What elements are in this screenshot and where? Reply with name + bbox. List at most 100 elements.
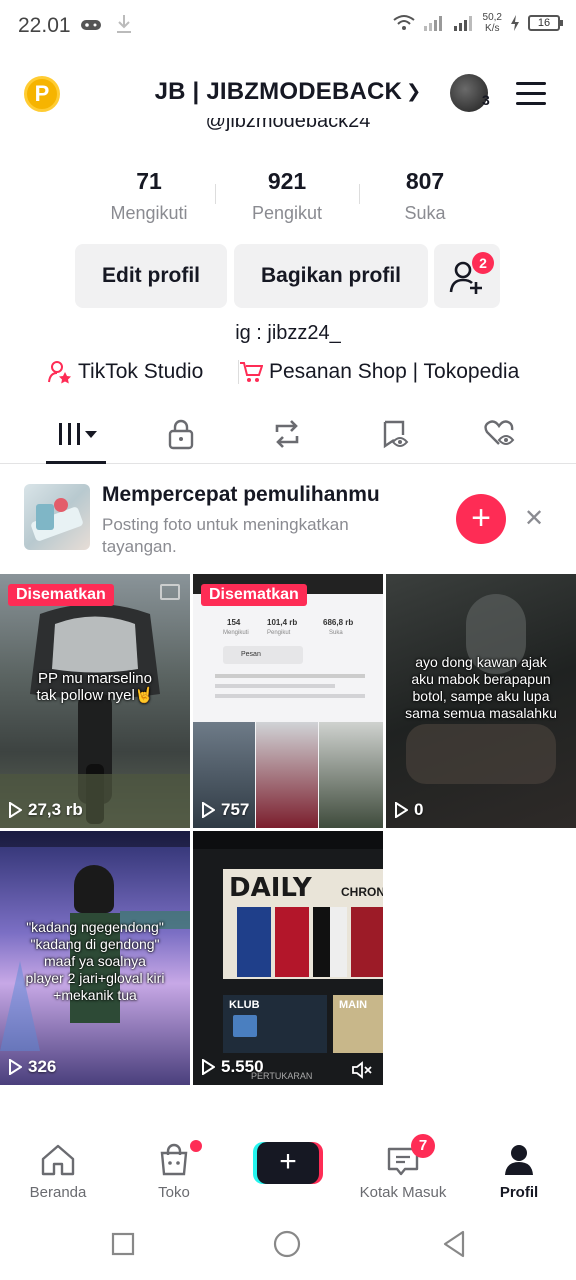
following-label: Mengikuti: [110, 203, 188, 223]
system-navigation: [0, 1216, 576, 1280]
stat-likes[interactable]: 807 Suka: [365, 168, 485, 224]
view-count: 27,3 rb: [8, 800, 83, 820]
bookmark-hidden-icon: [383, 420, 409, 449]
cart-icon: [240, 362, 263, 382]
shop-bag-icon: [160, 1143, 188, 1176]
shop-orders-label: Pesanan Shop | Tokopedia: [269, 360, 520, 383]
recent-apps-icon[interactable]: [111, 1232, 135, 1256]
tab-reposts[interactable]: [257, 414, 317, 454]
nav-profile[interactable]: Profil: [469, 1142, 569, 1201]
stat-followers[interactable]: 921 Pengikut: [227, 168, 347, 224]
video-thumbnail[interactable]: "kadang ngegendong" "kadang di gendong" …: [0, 831, 190, 1085]
nav-shop[interactable]: Toko: [124, 1140, 224, 1201]
nav-home-label: Beranda: [29, 1184, 87, 1201]
edit-profile-button[interactable]: Edit profil: [75, 244, 227, 308]
menu-icon[interactable]: [516, 82, 546, 106]
share-profile-button[interactable]: Bagikan profil: [234, 244, 428, 308]
banner-thumbnail: [24, 484, 90, 550]
tiktok-studio-link[interactable]: TikTok Studio: [48, 360, 203, 384]
content-tabs: [0, 404, 576, 464]
nav-profile-label: Profil: [499, 1184, 539, 1201]
nav-inbox-label: Kotak Masuk: [359, 1184, 447, 1201]
home-icon: [41, 1144, 75, 1176]
tab-private[interactable]: [151, 414, 211, 454]
play-icon: [202, 802, 215, 818]
followers-label: Pengikut: [251, 203, 323, 223]
tab-videos[interactable]: [46, 414, 106, 454]
profile-header: P JB | JIBZMODEBACK ❯ 3: [0, 64, 576, 124]
photo-icon: [160, 584, 180, 600]
following-count: 71: [136, 168, 162, 194]
play-icon: [9, 1059, 22, 1075]
view-count: 0: [394, 800, 423, 820]
wifi-icon: [392, 15, 415, 30]
username: JB | JIBZMODEBACK: [154, 78, 403, 105]
download-icon: [117, 15, 131, 33]
profile-links: TikTok Studio Pesanan Shop | Tokopedia: [0, 360, 576, 392]
play-icon: [395, 802, 408, 818]
repost-icon: [275, 420, 299, 448]
avatar-count: 3: [482, 92, 490, 108]
banner-subtitle: Posting foto untuk meningkatkan tayangan…: [102, 515, 349, 556]
back-icon[interactable]: [442, 1230, 466, 1258]
likes-count: 807: [405, 168, 445, 194]
video-caption: ayo dong kawan ajak aku mabok berapapun …: [405, 654, 557, 721]
profile-icon: [505, 1145, 533, 1175]
divider: [359, 184, 360, 204]
signal-icon: [423, 16, 442, 31]
pinned-badge: Disematkan: [201, 584, 307, 606]
active-tab-indicator: [46, 461, 106, 464]
mute-icon: [352, 1061, 372, 1079]
view-count: 326: [8, 1057, 56, 1077]
pinned-badge: Disematkan: [8, 584, 114, 606]
video-thumbnail[interactable]: ayo dong kawan ajak aku mabok berapapun …: [386, 574, 576, 828]
divider: [215, 184, 216, 204]
clock: 22.01: [18, 14, 71, 37]
grid-icon: [59, 423, 97, 445]
nav-inbox[interactable]: 7 Kotak Masuk: [353, 1134, 453, 1201]
tab-favorites[interactable]: [365, 414, 425, 454]
tiktok-studio-label: TikTok Studio: [78, 360, 204, 383]
charging-icon: [511, 15, 519, 31]
create-button[interactable]: +: [257, 1142, 319, 1184]
likes-label: Suka: [404, 203, 446, 223]
bio: ig : jibzz24_: [235, 322, 341, 344]
shop-dot-badge: [190, 1140, 202, 1152]
add-post-button[interactable]: +: [456, 494, 506, 544]
stat-following[interactable]: 71 Mengikuti: [89, 168, 209, 224]
signal-icon-2: [453, 16, 472, 31]
friend-request-badge: 2: [472, 252, 494, 274]
play-icon: [202, 1059, 215, 1075]
video-thumbnail[interactable]: DAILY CHRON KLUB MAIN PERTUKARAN 5.550: [193, 831, 383, 1085]
recovery-banner: Mempercepat pemulihanmu Posting foto unt…: [0, 474, 576, 566]
studio-icon: [48, 361, 71, 384]
gamepad-icon: [81, 20, 101, 30]
video-caption: "kadang ngegendong" "kadang di gendong" …: [25, 919, 165, 1003]
view-count: 757: [201, 800, 249, 820]
video-thumbnail[interactable]: 154 101,4 rb 686,8 rb Mengikuti Pengikut…: [193, 574, 383, 828]
inbox-badge: 7: [411, 1134, 435, 1158]
heart-hidden-icon: [484, 420, 515, 445]
close-icon[interactable]: ✕: [524, 504, 544, 533]
chevron-down-icon: ❯: [406, 81, 422, 101]
net-speed: 50,2 K/s: [482, 12, 502, 34]
video-thumbnail[interactable]: Disematkan PP mu marselino tak pollow ny…: [0, 574, 190, 828]
status-bar: 22.01 50,2 K/s 16: [0, 0, 576, 56]
nav-shop-label: Toko: [158, 1184, 190, 1201]
video-caption: PP mu marselino tak pollow nyel🤘: [36, 670, 154, 704]
nav-home[interactable]: Beranda: [8, 1142, 108, 1201]
stats-row: 71 Mengikuti 921 Pengikut 807 Suka: [0, 168, 576, 232]
followers-count: 921: [267, 168, 307, 194]
handle: @jibzmodeback24: [205, 118, 371, 132]
lock-icon: [168, 419, 194, 450]
play-icon: [9, 802, 22, 818]
tab-liked[interactable]: [470, 414, 530, 454]
banner-title: Mempercepat pemulihanmu: [102, 483, 380, 506]
daily-text: DAILY: [229, 873, 312, 903]
add-friends-button[interactable]: 2: [434, 244, 500, 308]
battery-indicator: 16: [528, 15, 563, 31]
bottom-navigation: Beranda Toko + 7 Kotak Masuk Profil: [0, 1130, 576, 1210]
shop-orders-link[interactable]: Pesanan Shop | Tokopedia: [238, 360, 519, 384]
view-count: 5.550: [201, 1057, 264, 1077]
home-circle-icon[interactable]: [273, 1230, 301, 1258]
